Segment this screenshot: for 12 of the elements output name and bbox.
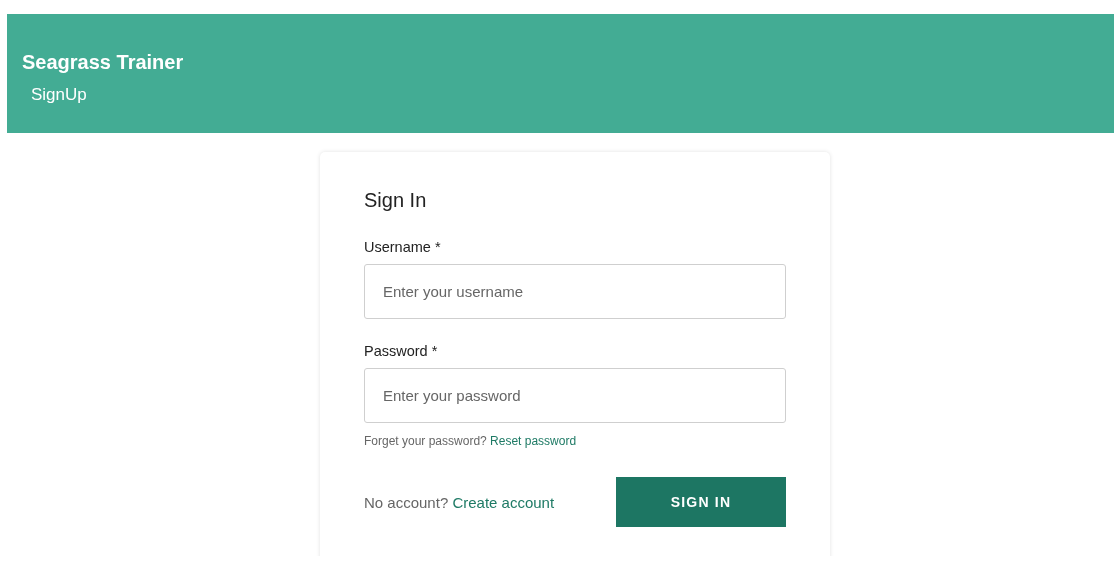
nav-link[interactable]: SignUp <box>22 85 87 105</box>
reset-hint: Forget your password? Reset password <box>364 434 577 448</box>
reset-link[interactable]: Reset password <box>490 434 577 448</box>
input-field[interactable]: Enter your password <box>364 368 786 423</box>
field-label: Username * <box>364 239 441 255</box>
create-account-link[interactable]: Create account <box>452 493 555 511</box>
signup-hint: No account? Create account <box>364 493 555 511</box>
sign-in-button[interactable]: SIGN IN <box>616 477 786 527</box>
input-field[interactable]: Enter your username <box>364 264 786 319</box>
field-label: Password * <box>364 343 438 359</box>
app-title: Seagrass Trainer <box>22 51 184 74</box>
form-title: Sign In <box>364 189 427 212</box>
